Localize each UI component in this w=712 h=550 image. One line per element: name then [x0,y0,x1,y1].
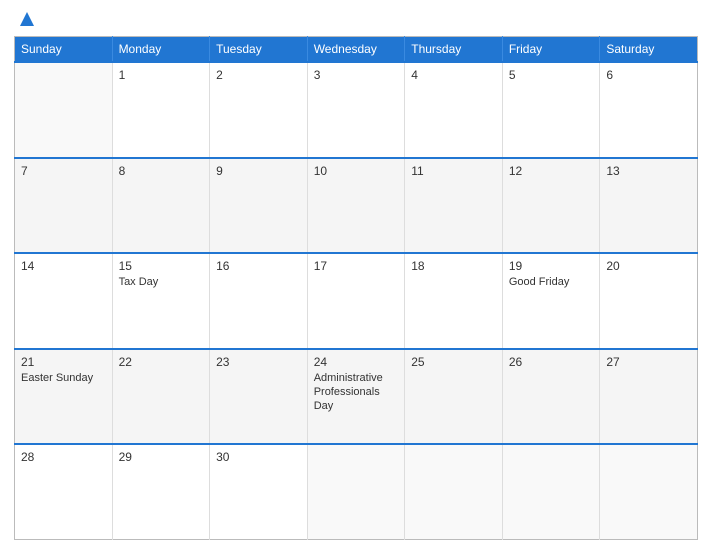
calendar-col-saturday: Saturday [600,37,698,63]
calendar-day: 25 [405,349,503,445]
day-number: 18 [411,259,496,273]
day-number: 16 [216,259,301,273]
calendar-col-sunday: Sunday [15,37,113,63]
calendar-day: 2 [210,62,308,158]
calendar-week-row: 123456 [15,62,698,158]
calendar-day [405,444,503,540]
calendar-col-tuesday: Tuesday [210,37,308,63]
calendar-day [15,62,113,158]
day-number: 30 [216,450,301,464]
day-number: 17 [314,259,399,273]
calendar-col-monday: Monday [112,37,210,63]
day-number: 19 [509,259,594,273]
day-number: 15 [119,259,204,273]
calendar-event: Good Friday [509,275,594,289]
calendar-day: 11 [405,158,503,254]
calendar-event: Tax Day [119,275,204,289]
page: SundayMondayTuesdayWednesdayThursdayFrid… [0,0,712,550]
calendar-day: 16 [210,253,308,349]
calendar-day: 19 Good Friday [502,253,600,349]
calendar-day [600,444,698,540]
calendar-day [307,444,405,540]
calendar-day: 21 Easter Sunday [15,349,113,445]
calendar-day: 27 [600,349,698,445]
calendar-week-row: 14 15 Tax Day 16 17 18 19 Good Friday 20 [15,253,698,349]
day-number: 8 [119,164,204,178]
calendar-day: 20 [600,253,698,349]
calendar-col-friday: Friday [502,37,600,63]
calendar-day: 10 [307,158,405,254]
header [14,10,698,28]
day-number: 23 [216,355,301,369]
calendar-week-row: 28 29 30 [15,444,698,540]
day-number: 7 [21,164,106,178]
day-number: 25 [411,355,496,369]
calendar-table: SundayMondayTuesdayWednesdayThursdayFrid… [14,36,698,540]
day-number: 1 [119,68,204,82]
calendar-day: 28 [15,444,113,540]
calendar-day: 18 [405,253,503,349]
calendar-event: Easter Sunday [21,371,106,385]
day-number: 27 [606,355,691,369]
calendar-day: 29 [112,444,210,540]
calendar-day: 4 [405,62,503,158]
day-number: 26 [509,355,594,369]
calendar-day: 24 Administrative Professionals Day [307,349,405,445]
day-number: 6 [606,68,691,82]
day-number: 22 [119,355,204,369]
calendar-day: 5 [502,62,600,158]
day-number: 29 [119,450,204,464]
calendar-day: 22 [112,349,210,445]
calendar-day: 9 [210,158,308,254]
calendar-event: Administrative Professionals Day [314,371,399,414]
calendar-day: 30 [210,444,308,540]
calendar-day: 6 [600,62,698,158]
day-number: 28 [21,450,106,464]
day-number: 2 [216,68,301,82]
day-number: 21 [21,355,106,369]
day-number: 24 [314,355,399,369]
calendar-day: 8 [112,158,210,254]
calendar-day: 23 [210,349,308,445]
day-number: 5 [509,68,594,82]
calendar-day: 26 [502,349,600,445]
calendar-day: 15 Tax Day [112,253,210,349]
calendar-header-row: SundayMondayTuesdayWednesdayThursdayFrid… [15,37,698,63]
calendar-col-thursday: Thursday [405,37,503,63]
day-number: 11 [411,164,496,178]
calendar-day: 14 [15,253,113,349]
day-number: 10 [314,164,399,178]
logo-icon [18,10,36,28]
calendar-week-row: 21 Easter Sunday 22 23 24 Administrative Prof… [15,349,698,445]
calendar-day [502,444,600,540]
calendar-day: 13 [600,158,698,254]
day-number: 12 [509,164,594,178]
calendar-col-wednesday: Wednesday [307,37,405,63]
day-number: 20 [606,259,691,273]
calendar-day: 17 [307,253,405,349]
calendar-day: 12 [502,158,600,254]
day-number: 3 [314,68,399,82]
day-number: 4 [411,68,496,82]
calendar-day: 1 [112,62,210,158]
day-number: 9 [216,164,301,178]
day-number: 13 [606,164,691,178]
calendar-day: 3 [307,62,405,158]
calendar-week-row: 789 10 11 12 13 [15,158,698,254]
calendar-day: 7 [15,158,113,254]
logo [14,10,36,28]
day-number: 14 [21,259,106,273]
